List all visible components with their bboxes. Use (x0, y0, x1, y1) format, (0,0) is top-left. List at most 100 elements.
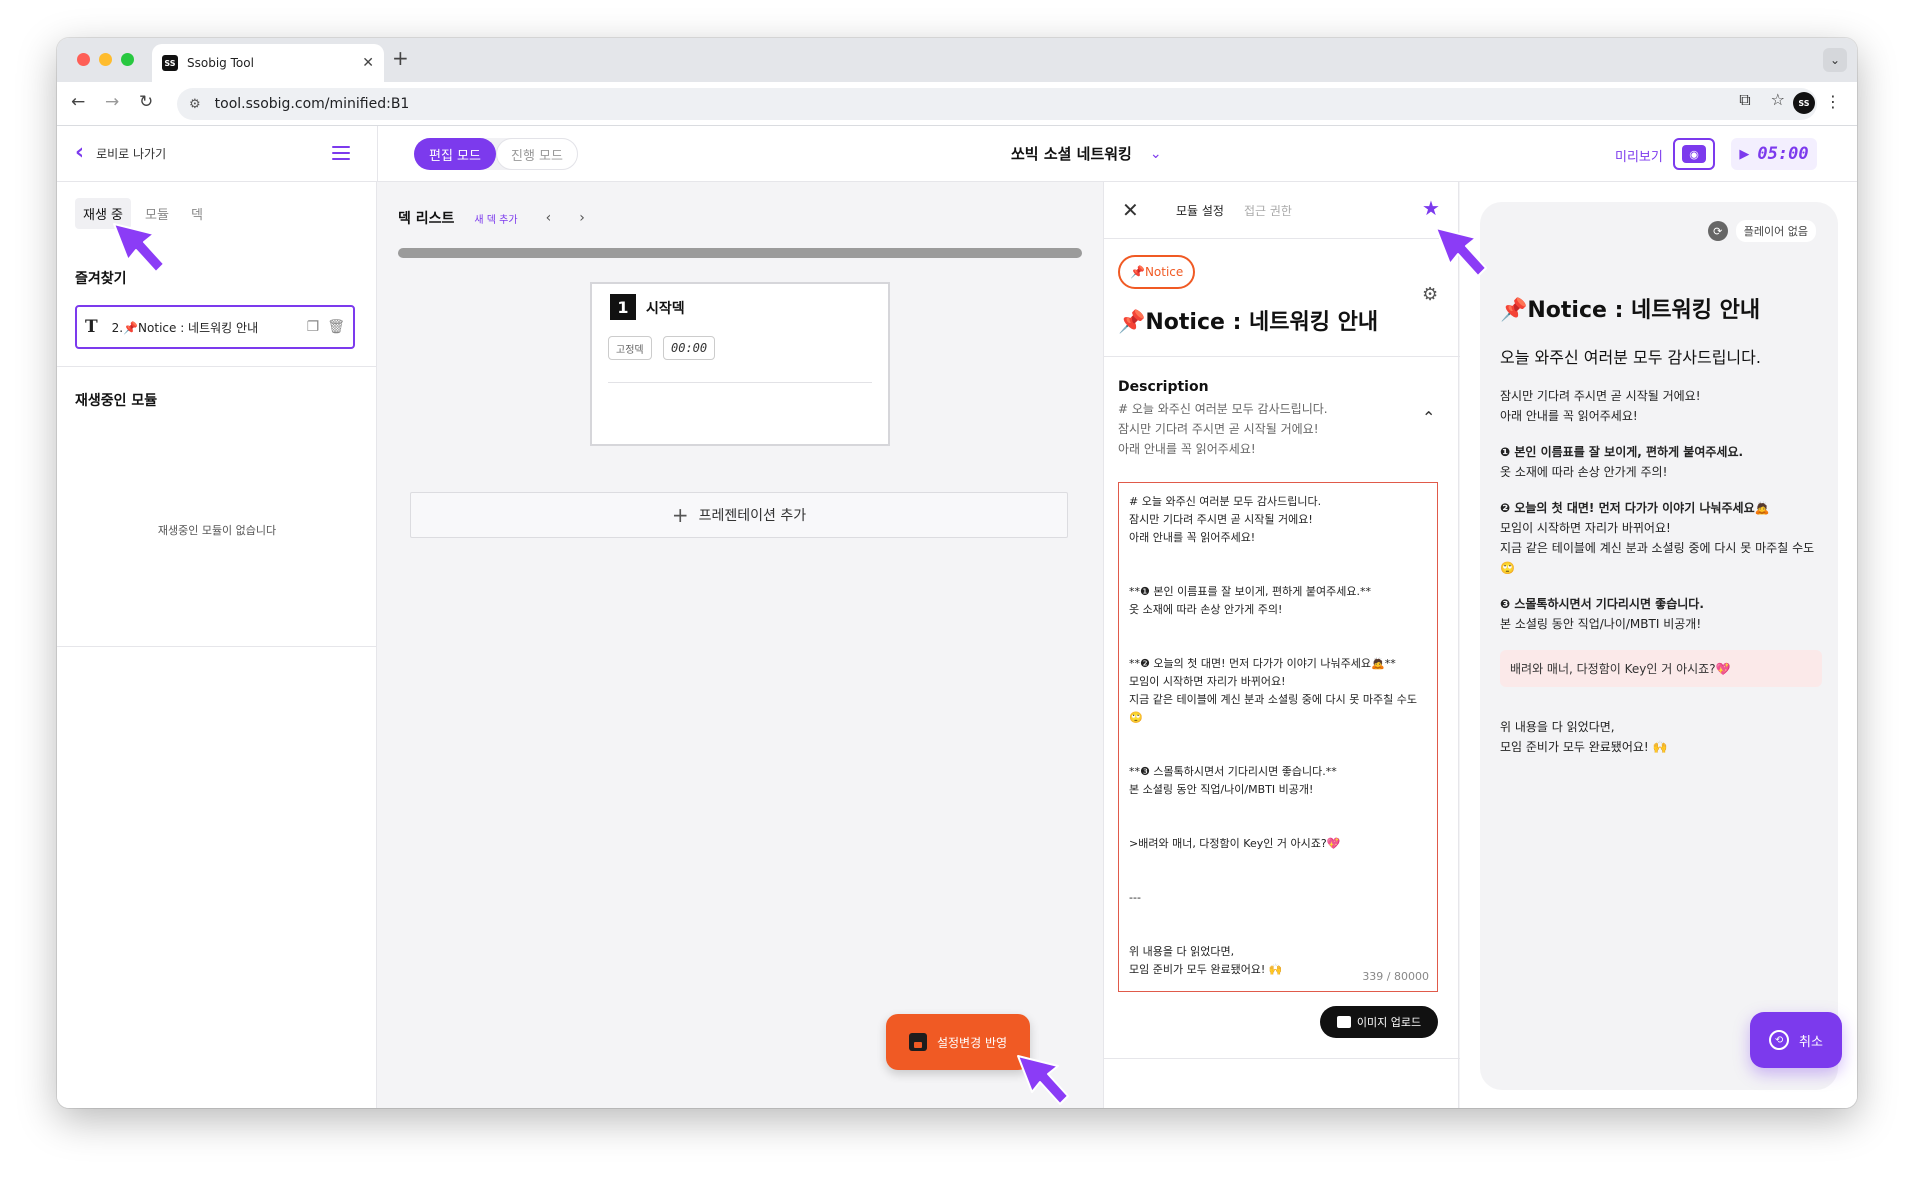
minimize-window-button[interactable] (99, 53, 112, 66)
annotation-arrow-icon (1435, 227, 1487, 277)
favorite-star-icon[interactable]: ★ (1422, 196, 1440, 220)
player-preview: ⟳ 플레이어 없음 📌Notice : 네트워킹 안내 오늘 와주신 여러분 모… (1480, 202, 1838, 1090)
module-settings-panel: ✕ 모듈 설정 접근 권한 ★ 📌Notice ⚙ 📌Notice : 네트워킹… (1103, 182, 1460, 1108)
cancel-button[interactable]: ⟲ 취소 (1750, 1012, 1842, 1068)
sync-icon: ⟳ (1707, 221, 1728, 241)
preview-heading: 오늘 와주신 여러분 모두 감사드립니다. (1500, 348, 1761, 367)
back-arrow-icon[interactable]: ← (71, 92, 85, 112)
preview-toggle-button[interactable]: ◉ (1673, 138, 1715, 170)
project-title: 쏘빅 소셜 네트워킹 (1011, 145, 1132, 163)
preview-intro: 잠시만 기다려 주시면 곧 시작될 거에요! 아래 안내를 꼭 읽어주세요! (1500, 389, 1701, 423)
left-divider-bottom (57, 646, 377, 647)
settings-divider (1104, 356, 1460, 357)
deck-time-tag[interactable]: 00:00 (663, 336, 716, 360)
editor-text: # 오늘 와주신 여러분 모두 감사드립니다. 잠시만 기다려 주시면 곧 시작… (1129, 495, 1417, 976)
preview-item-1: ❶ 본인 이름표를 잘 보이게, 편하게 붙여주세요. 옷 소재에 따라 손상 … (1500, 442, 1822, 482)
annotation-arrow-icon (113, 223, 165, 273)
cancel-label: 취소 (1799, 1034, 1823, 1050)
apply-settings-label: 설정변경 반영 (936, 1035, 1008, 1050)
gear-icon[interactable]: ⚙ (1422, 284, 1438, 305)
hamburger-menu-icon[interactable] (332, 146, 350, 164)
window-controls (77, 53, 134, 66)
image-icon (1336, 1016, 1351, 1028)
chevron-up-icon[interactable]: ⌃ (1422, 408, 1435, 427)
description-preview: # 오늘 와주신 여러분 모두 감사드립니다. 잠시만 기다려 주시면 곧 시작… (1118, 402, 1328, 456)
left-divider (57, 366, 377, 367)
tab-decks[interactable]: 덱 (183, 198, 211, 229)
player-status-label: 플레이어 없음 (1735, 220, 1816, 242)
settings-divider (1104, 1058, 1460, 1059)
playing-modules-title: 재생중인 모듈 (75, 393, 158, 409)
close-window-button[interactable] (77, 53, 90, 66)
address-bar-actions: ⧉ ☆ (1739, 90, 1785, 110)
close-icon[interactable]: ✕ (1122, 198, 1139, 222)
ssobig-favicon-icon: SS (162, 55, 178, 71)
profile-avatar-icon[interactable]: SS (1793, 92, 1815, 114)
tab-module-settings[interactable]: 모듈 설정 (1176, 202, 1224, 219)
chevron-right-icon[interactable]: › (579, 210, 585, 226)
description-label: Description (1118, 379, 1209, 395)
back-label: 로비로 나가기 (96, 146, 167, 161)
deck-scrollbar[interactable] (398, 248, 1082, 258)
apply-settings-button[interactable]: 설정변경 반영 (886, 1014, 1030, 1070)
trash-icon[interactable]: 🗑 (327, 319, 345, 335)
site-settings-icon[interactable]: ⚙ (189, 97, 201, 112)
address-bar[interactable]: ⚙ tool.ssobig.com/minified:B1 (177, 88, 1817, 120)
preview-item-3-bold: ❸ 스몰톡하시면서 기다리시면 좋습니다. (1500, 597, 1704, 611)
deck-list-title: 덱 리스트 (398, 211, 455, 227)
preview-item-2-bold: ❷ 오늘의 첫 대면! 먼저 다가가 이야기 나눠주세요🙇 (1500, 501, 1770, 515)
browser-window: SS Ssobig Tool ✕ + ⌄ ← → ↻ ⚙ tool.ssobig… (57, 38, 1857, 1108)
browser-tab[interactable]: SS Ssobig Tool ✕ (152, 44, 384, 82)
preview-item-2: ❷ 오늘의 첫 대면! 먼저 다가가 이야기 나눠주세요🙇 모임이 시작하면 자… (1500, 498, 1822, 578)
deck-card-title: 시작덱 (646, 301, 685, 317)
back-to-lobby-button[interactable]: ‹ 로비로 나가기 (75, 140, 167, 165)
chevron-left-icon: ‹ (75, 140, 85, 165)
deck-card[interactable]: 1 시작덱 고정덱 00:00 (590, 282, 890, 446)
timer-button[interactable]: ▶ 05:00 (1731, 138, 1817, 170)
description-editor[interactable]: # 오늘 와주신 여러분 모두 감사드립니다. 잠시만 기다려 주시면 곧 시작… (1118, 482, 1438, 992)
annotation-arrow-icon (1017, 1055, 1069, 1105)
image-upload-button[interactable]: 이미지 업로드 (1320, 1006, 1438, 1038)
card-divider (608, 382, 872, 383)
forward-arrow-icon[interactable]: → (105, 92, 119, 112)
preview-item-3-text: 본 소셜링 동안 직업/나이/MBTI 비공개! (1500, 617, 1702, 631)
preview-body: 오늘 와주신 여러분 모두 감사드립니다. 잠시만 기다려 주시면 곧 시작될 … (1500, 344, 1822, 773)
timer-display: 05:00 (1757, 144, 1809, 164)
new-tab-icon[interactable]: + (392, 46, 409, 70)
chevron-left-icon[interactable]: ‹ (546, 210, 552, 226)
run-mode-button[interactable]: 진행 모드 (495, 138, 578, 170)
project-selector[interactable]: 쏘빅 소셜 네트워킹 ⌄ (1011, 143, 1162, 164)
player-preview-area: ⟳ 플레이어 없음 📌Notice : 네트워킹 안내 오늘 와주신 여러분 모… (1460, 182, 1857, 1108)
reload-icon[interactable]: ↻ (139, 92, 153, 112)
empty-message: 재생중인 모듈이 없습니다 (157, 524, 277, 537)
tab-search-chevron-icon[interactable]: ⌄ (1823, 48, 1847, 72)
preview-quote: 배려와 매너, 다정함이 Key인 거 아시죠?💖 (1500, 650, 1822, 687)
deck-number-badge: 1 (610, 294, 636, 320)
image-upload-label: 이미지 업로드 (1356, 1016, 1422, 1029)
preview-item-3: ❸ 스몰톡하시면서 기다리시면 좋습니다. 본 소셜링 동안 직업/나이/MBT… (1500, 594, 1822, 634)
player-status: ⟳ 플레이어 없음 (1707, 220, 1816, 242)
tab-access-permission[interactable]: 접근 권한 (1244, 202, 1292, 219)
edit-mode-button[interactable]: 편집 모드 (414, 138, 496, 170)
play-icon: ▶ (1739, 146, 1750, 162)
open-external-icon[interactable]: ⧉ (1739, 90, 1750, 110)
left-panel: 재생 중 모듈 덱 즐겨찾기 T 2.📌Notice : 네트워킹 안내 ❐ 🗑… (57, 182, 377, 1108)
bookmark-star-icon[interactable]: ☆ (1771, 90, 1785, 110)
add-deck-link[interactable]: 새 덱 추가 (474, 211, 517, 226)
maximize-window-button[interactable] (121, 53, 134, 66)
favorite-item-label: 2.📌Notice : 네트워킹 안내 (111, 320, 259, 335)
favorite-item[interactable]: T 2.📌Notice : 네트워킹 안내 ❐ 🗑 (75, 305, 355, 349)
tab-close-icon[interactable]: ✕ (362, 55, 374, 71)
module-type-chip[interactable]: 📌Notice (1118, 255, 1196, 289)
header-divider (377, 126, 378, 182)
copy-icon[interactable]: ❐ (307, 319, 320, 335)
tab-title: Ssobig Tool (187, 56, 254, 70)
preview-item-2-text: 모임이 시작하면 자리가 바뀌어요! 지금 같은 테이블에 계신 분과 소셜링 … (1500, 521, 1815, 575)
add-presentation-button[interactable]: + 프레젠테이션 추가 (410, 492, 1068, 538)
browser-toolbar: ← → ↻ ⚙ tool.ssobig.com/minified:B1 ⧉ ☆ … (57, 82, 1857, 126)
preview-item-1-bold: ❶ 본인 이름표를 잘 보이게, 편하게 붙여주세요. (1500, 445, 1744, 459)
deck-list-header: 덱 리스트 새 덱 추가 ‹ › (398, 208, 585, 228)
browser-menu-icon[interactable]: ⋮ (1825, 92, 1841, 111)
module-title: 📌Notice : 네트워킹 안내 (1118, 310, 1379, 335)
tab-strip: SS Ssobig Tool ✕ + ⌄ (57, 38, 1857, 82)
